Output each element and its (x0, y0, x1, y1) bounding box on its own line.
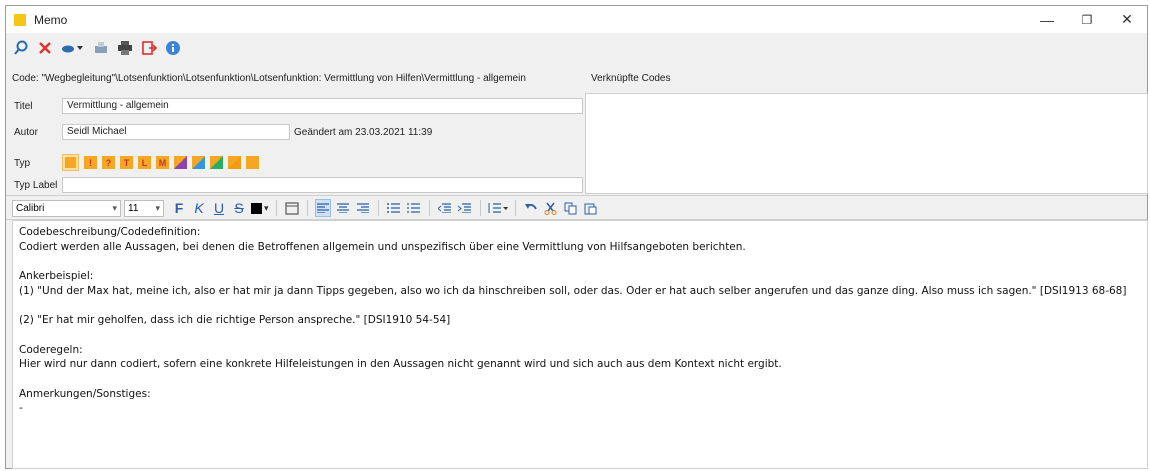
editor-line: - (19, 402, 23, 415)
code-path: Code: "Wegbegleitung"\Lotsenfunktion\Lot… (12, 73, 526, 84)
minimize-button[interactable]: — (1027, 6, 1067, 33)
linked-codes-label: Verknüpfte Codes (591, 73, 671, 84)
search-icon[interactable] (12, 39, 30, 57)
attach-icon[interactable] (92, 39, 110, 57)
line-spacing-icon[interactable] (488, 199, 508, 217)
cut-icon[interactable] (543, 199, 559, 217)
font-value: Calibri (16, 203, 45, 214)
align-right-icon[interactable] (355, 199, 371, 217)
strikethrough-icon[interactable]: S (231, 199, 247, 217)
type-option-icon[interactable] (210, 156, 223, 169)
editor-line (19, 254, 1141, 269)
export-icon[interactable] (140, 39, 158, 57)
editor-line: Anmerkungen/Sonstiges: (19, 387, 151, 400)
chevron-down-icon: ▾ (155, 203, 160, 213)
paste-icon[interactable] (583, 199, 599, 217)
chevron-down-icon: ▾ (112, 203, 117, 213)
outdent-icon[interactable] (437, 199, 453, 217)
align-left-icon[interactable] (314, 199, 331, 217)
memo-app-icon (14, 13, 26, 26)
font-size-select[interactable]: 11 ▾ (124, 200, 164, 217)
bullet-list-icon[interactable] (386, 199, 402, 217)
underline-icon[interactable]: U (211, 199, 227, 217)
print-icon[interactable] (116, 39, 134, 57)
linked-codes-list[interactable] (585, 93, 1148, 194)
numbered-list-icon[interactable] (406, 199, 422, 217)
type-label: Typ (14, 158, 31, 169)
type-option-icon[interactable] (228, 156, 241, 169)
type-option-icon[interactable]: T (120, 156, 133, 169)
author-label: Autor (14, 127, 38, 138)
changed-date: Geändert am 23.03.2021 11:39 (294, 127, 433, 138)
editor-line: Codiert werden alle Aussagen, bei denen … (19, 240, 746, 253)
type-selector: !? T L M (62, 154, 259, 171)
maximize-button[interactable]: ❐ (1067, 6, 1107, 33)
indent-icon[interactable] (457, 199, 473, 217)
close-button[interactable]: ✕ (1107, 6, 1147, 33)
type-option-icon[interactable]: ? (102, 156, 115, 169)
italic-icon[interactable]: K (191, 199, 207, 217)
author-field[interactable]: Seidl Michael (62, 124, 290, 140)
type-label-label: Typ Label (14, 180, 58, 191)
delete-icon[interactable] (36, 39, 54, 57)
memo-editor[interactable]: Codebeschreibung/Codedefinition: Codiert … (12, 220, 1148, 469)
editor-line: (1) "Und der Max hat, meine ich, also er… (19, 284, 1127, 297)
type-option-icon[interactable]: M (156, 156, 169, 169)
editor-line: Coderegeln: (19, 343, 83, 356)
link-dropdown-icon[interactable] (60, 39, 86, 57)
align-center-icon[interactable] (335, 199, 351, 217)
editor-line (19, 299, 1141, 314)
editor-line: Ankerbeispiel: (19, 270, 94, 283)
text-color-icon[interactable]: ▾ (251, 199, 269, 217)
title-field[interactable]: Vermittlung - allgemein (62, 98, 583, 114)
memo-window: Memo — ❐ ✕ Code: "Wegbegleitung"\Lotsenf… (5, 5, 1148, 469)
editor-line (19, 328, 1141, 343)
bold-icon[interactable]: F (171, 199, 187, 217)
font-size-value: 11 (128, 203, 139, 214)
copy-icon[interactable] (563, 199, 579, 217)
title-bar: Memo — ❐ ✕ (6, 6, 1147, 33)
main-toolbar (6, 33, 1147, 63)
editor-line: Hier wird nur dann codiert, sofern eine … (19, 358, 782, 371)
undo-icon[interactable] (523, 199, 539, 217)
editor-line: Codebeschreibung/Codedefinition: (19, 226, 201, 238)
window-title: Memo (34, 12, 68, 27)
format-toolbar: Calibri ▾ 11 ▾ F K U S ▾ (6, 195, 1147, 220)
type-option-icon[interactable]: L (138, 156, 151, 169)
info-icon[interactable] (164, 39, 182, 57)
type-label-field[interactable] (62, 177, 583, 193)
type-option-icon[interactable] (192, 156, 205, 169)
font-select[interactable]: Calibri ▾ (12, 200, 121, 217)
date-insert-icon[interactable] (284, 199, 300, 217)
type-option-icon[interactable] (174, 156, 187, 169)
type-option-icon[interactable] (62, 154, 79, 171)
title-label: Titel (14, 101, 33, 112)
editor-line: (2) "Er hat mir geholfen, dass ich die r… (19, 314, 451, 327)
type-option-icon[interactable]: ! (84, 156, 97, 169)
type-option-icon[interactable] (246, 156, 259, 169)
editor-line (19, 372, 1141, 387)
